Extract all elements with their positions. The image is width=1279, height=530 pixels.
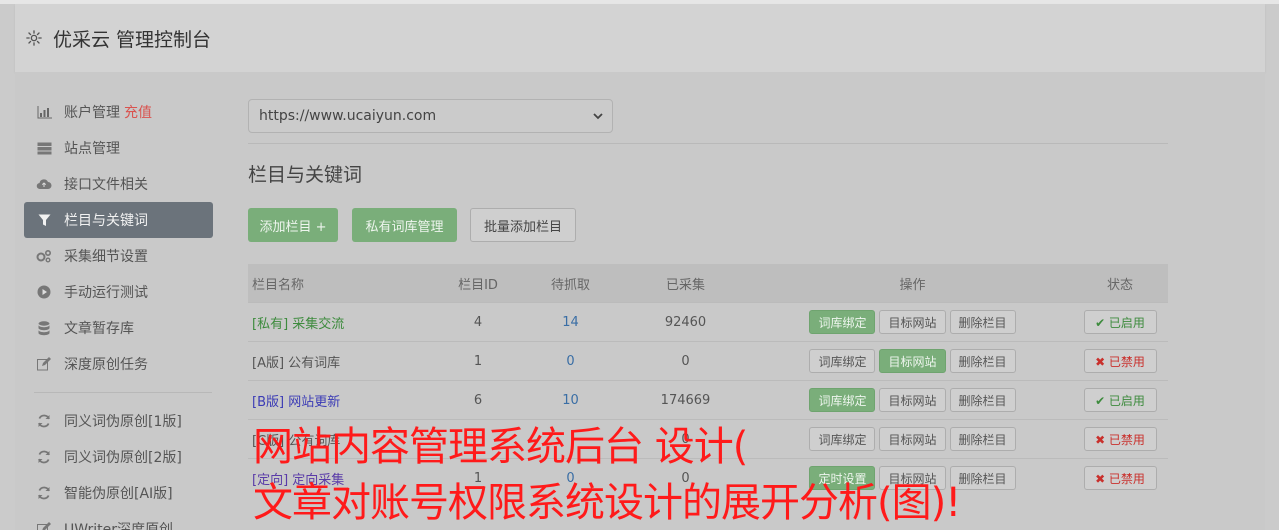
sidebar-item-label: 采集细节设置	[64, 249, 148, 265]
status-badge[interactable]: ✖ 已禁用	[1083, 349, 1157, 373]
sidebar-item-article-store[interactable]: 文章暂存库	[24, 310, 213, 346]
edit-icon	[36, 356, 52, 372]
server-icon	[36, 140, 52, 156]
sidebar-item-synonym-v1[interactable]: 同义词伪原创[1版]	[24, 403, 213, 439]
header-state: 状态	[1106, 277, 1133, 293]
sidebar-item-label: 栏目与关键词	[64, 213, 148, 229]
sidebar-item-uwriter[interactable]: UWriter深度原创	[24, 511, 213, 530]
header-done: 已采集	[665, 277, 705, 293]
header-ops: 操作	[899, 277, 926, 293]
sidebar-item-columns[interactable]: 栏目与关键词	[24, 202, 213, 238]
overlay-caption-line2: 文章对账号权限系统设计的展开分析(图)!	[253, 480, 961, 526]
batch-add-button[interactable]: 批量添加栏目	[470, 208, 576, 242]
bind-lib-button[interactable]: 词库绑定	[809, 349, 876, 373]
database-icon	[36, 320, 52, 336]
column-pending[interactable]: 14	[523, 315, 618, 330]
sidebar-item-label: 账户管理	[64, 105, 120, 121]
target-site-button[interactable]: 目标网站	[879, 310, 946, 334]
row-ops: 词库绑定 目标网站 删除栏目	[753, 388, 1072, 412]
sidebar-item-ai-rewrite[interactable]: 智能伪原创[AI版]	[24, 475, 213, 511]
table-row: [A版] 公有词库 1 0 0 词库绑定 目标网站 删除栏目 ✖ 已禁用	[248, 341, 1168, 380]
bar-chart-icon	[36, 104, 52, 120]
column-id: 6	[473, 392, 483, 408]
column-done: 92460	[664, 314, 707, 330]
delete-column-button[interactable]: 删除栏目	[949, 388, 1016, 412]
row-ops: 词库绑定 目标网站 删除栏目	[753, 349, 1072, 373]
status-badge[interactable]: ✖ 已禁用	[1083, 466, 1157, 490]
column-name[interactable]: [私有] 采集交流	[248, 313, 433, 332]
row-ops: 词库绑定 目标网站 删除栏目	[753, 310, 1072, 334]
header-name: 栏目名称	[252, 277, 305, 293]
bind-lib-button[interactable]: 词库绑定	[809, 427, 876, 451]
sidebar-item-manual-run[interactable]: 手动运行测试	[24, 274, 213, 310]
status-badge[interactable]: ✔ 已启用	[1083, 388, 1157, 412]
row-ops: 词库绑定 目标网站 删除栏目	[753, 427, 1072, 451]
sidebar: 账户管理 充值 站点管理 接口文件相关 栏目与关键词 采集细节设置 手动运行测试	[24, 94, 213, 530]
gears-icon	[36, 248, 52, 264]
header-id: 栏目ID	[458, 277, 498, 293]
recharge-link[interactable]: 充值	[124, 102, 152, 122]
overlay-caption-line1: 网站内容管理系统后台 设计(	[253, 424, 748, 470]
sidebar-item-label: 智能伪原创[AI版]	[64, 486, 173, 502]
target-site-button[interactable]: 目标网站	[879, 427, 946, 451]
sidebar-item-interface[interactable]: 接口文件相关	[24, 166, 213, 202]
column-id: 4	[473, 314, 483, 330]
delete-column-button[interactable]: 删除栏目	[949, 349, 1016, 373]
app-title: 优采云 管理控制台	[53, 28, 212, 51]
refresh-icon	[36, 485, 52, 501]
app-header: 优采云 管理控制台	[15, 4, 1265, 72]
sidebar-item-label: 同义词伪原创[2版]	[64, 450, 182, 466]
section-title: 栏目与关键词	[248, 164, 363, 186]
sidebar-item-label: UWriter深度原创	[64, 522, 173, 530]
sidebar-item-sites[interactable]: 站点管理	[24, 130, 213, 166]
sidebar-item-label: 手动运行测试	[64, 285, 148, 301]
delete-column-button[interactable]: 删除栏目	[949, 427, 1016, 451]
table-header: 栏目名称 栏目ID 待抓取 已采集 操作 状态	[248, 264, 1168, 302]
status-badge[interactable]: ✖ 已禁用	[1083, 427, 1157, 451]
header-pending: 待抓取	[550, 277, 590, 293]
sidebar-item-deep-original[interactable]: 深度原创任务	[24, 346, 213, 382]
status-badge[interactable]: ✔ 已启用	[1083, 310, 1157, 334]
column-name[interactable]: [A版] 公有词库	[248, 352, 433, 371]
edit-icon	[36, 521, 52, 530]
private-lib-button[interactable]: 私有词库管理	[352, 208, 457, 242]
cloud-upload-icon	[36, 176, 52, 192]
chevron-down-icon	[593, 113, 603, 120]
column-done: 174669	[660, 392, 711, 408]
refresh-icon	[36, 449, 52, 465]
sidebar-item-account[interactable]: 账户管理 充值	[24, 94, 213, 130]
sidebar-item-label: 接口文件相关	[64, 177, 148, 193]
sidebar-item-label: 文章暂存库	[64, 321, 134, 337]
sidebar-item-label: 站点管理	[64, 141, 120, 157]
delete-column-button[interactable]: 删除栏目	[949, 310, 1016, 334]
column-name[interactable]: [B版] 网站更新	[248, 391, 433, 410]
sidebar-item-collect-settings[interactable]: 采集细节设置	[24, 238, 213, 274]
column-id: 1	[473, 353, 483, 369]
target-site-button[interactable]: 目标网站	[879, 388, 946, 412]
bind-lib-button[interactable]: 词库绑定	[809, 388, 876, 412]
sidebar-divider	[34, 392, 212, 393]
table-row: [私有] 采集交流 4 14 92460 词库绑定 目标网站 删除栏目 ✔ 已启…	[248, 302, 1168, 341]
column-pending[interactable]: 10	[523, 393, 618, 408]
sidebar-item-label: 深度原创任务	[64, 357, 148, 373]
divider	[248, 143, 1168, 144]
gear-icon	[26, 30, 42, 46]
column-pending[interactable]: 0	[523, 354, 618, 369]
filter-icon	[36, 212, 52, 228]
add-column-button[interactable]: 添加栏目 +	[248, 208, 338, 242]
bind-lib-button[interactable]: 词库绑定	[809, 310, 876, 334]
sidebar-item-synonym-v2[interactable]: 同义词伪原创[2版]	[24, 439, 213, 475]
play-circle-icon	[36, 284, 52, 300]
site-select-value: https://www.ucaiyun.com	[259, 108, 437, 124]
site-select[interactable]: https://www.ucaiyun.com	[248, 99, 613, 133]
column-done: 0	[681, 353, 690, 369]
refresh-icon	[36, 413, 52, 429]
sidebar-item-label: 同义词伪原创[1版]	[64, 414, 182, 430]
target-site-button[interactable]: 目标网站	[879, 349, 946, 373]
